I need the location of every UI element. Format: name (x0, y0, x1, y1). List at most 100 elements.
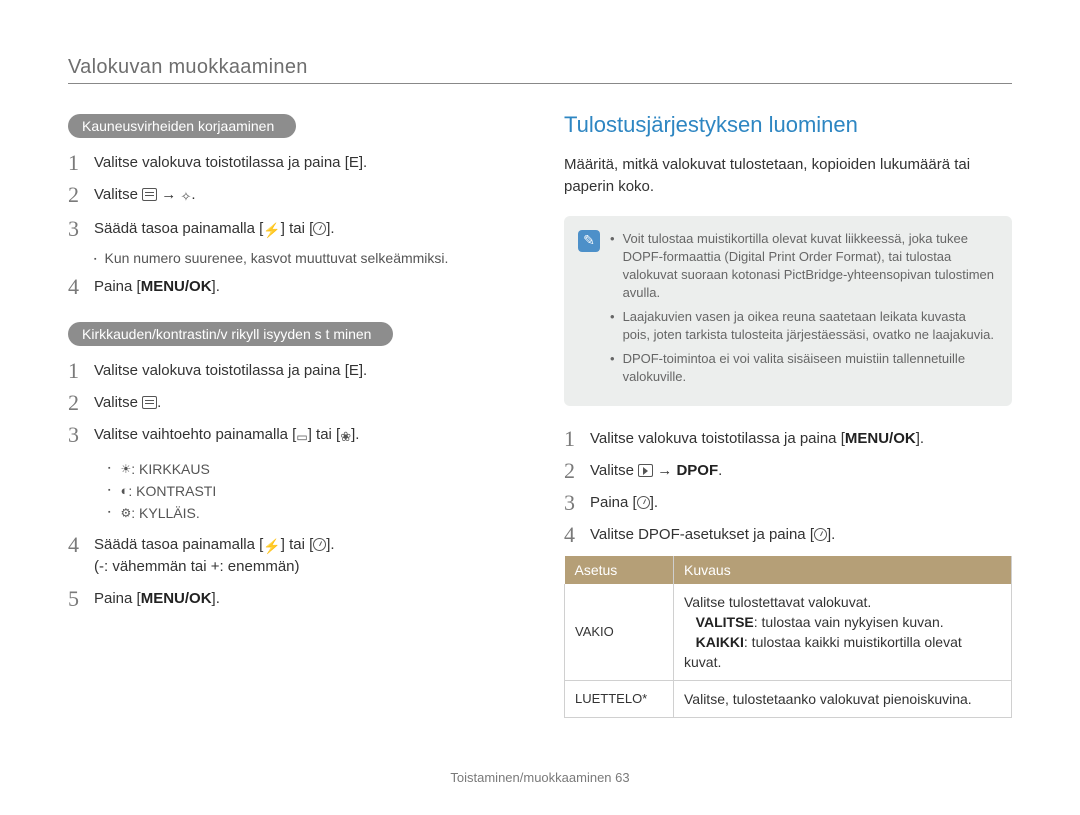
page-footer: Toistaminen/muokkaaminen 63 (0, 770, 1080, 785)
options-list: ▪: KIRKKAUS ▪: KONTRASTI ▪: KYLLÄIS. (108, 458, 516, 524)
text: Paina [ (94, 590, 141, 607)
divider (68, 83, 1012, 84)
text: ]. (650, 494, 658, 511)
text: Valitse vaihtoehto painamalla [ (94, 426, 296, 443)
face-retouch-icon: ✧ (180, 186, 191, 208)
text: ]. (351, 426, 359, 443)
step-text: Valitse vaihtoehto painamalla [ ] tai []. (94, 424, 516, 448)
text: Paina [ (590, 494, 637, 511)
text: ] tai [ (308, 426, 341, 443)
page-title: Valokuvan muokkaaminen (68, 56, 1012, 79)
list-item: ▪: KONTRASTI (108, 480, 516, 502)
step-text: Säädä tasoa painamalla [⚡] tai []. (-: v… (94, 534, 516, 578)
text: ]. (916, 430, 924, 447)
intro-text: Määritä, mitkä valokuvat tulostetaan, ko… (564, 154, 1012, 198)
brightness-icon (120, 458, 131, 480)
step-1d: 4 Paina [MENU/OK]. (68, 276, 516, 298)
step-number: 4 (68, 276, 94, 298)
arrow: → (657, 462, 672, 479)
menu-ok-label: MENU/OK (141, 278, 212, 295)
step-number: 4 (564, 524, 590, 546)
note-icon: ✎ (578, 230, 600, 252)
step-text: Valitse valokuva toistotilassa ja paina … (94, 152, 516, 174)
setting-name: LUETTELO* (565, 681, 674, 718)
text: Säädä tasoa painamalla [ (94, 220, 263, 237)
table-row: LUETTELO* Valitse, tulostetaanko valokuv… (565, 681, 1012, 718)
setting-desc: Valitse tulostettavat valokuvat. VALITSE… (674, 584, 1012, 681)
text: ]. (212, 590, 220, 607)
sub-note: Kun numero suurenee, kasvot muuttuvat se… (94, 250, 516, 266)
list-item: ▪: KIRKKAUS (108, 458, 516, 480)
text: Valitse tulostettavat valokuvat. (684, 594, 871, 610)
step-text: Valitse DPOF-asetukset ja paina []. (590, 524, 1012, 546)
text: : tulostaa vain nykyisen kuvan. (754, 614, 944, 630)
text: ]. (827, 526, 835, 543)
text: Valitse (590, 462, 634, 479)
timer-icon (313, 538, 326, 551)
timer-icon (313, 222, 326, 235)
option-label: : KYLLÄIS. (131, 502, 199, 524)
note-item: DPOF-toimintoa ei voi valita sisäiseen m… (610, 350, 994, 386)
step-text: Valitse . (94, 392, 516, 414)
step-note: (-: vähemmän tai +: enemmän) (94, 558, 300, 575)
playback-icon (638, 464, 653, 477)
text: Valitse (94, 186, 138, 203)
step-r3: 3 Paina []. (564, 492, 1012, 514)
step-2d: 4 Säädä tasoa painamalla [⚡] tai []. (-:… (68, 534, 516, 578)
table-row: VAKIO Valitse tulostettavat valokuvat. V… (565, 584, 1012, 681)
left-column: Kauneusvirheiden korjaaminen 1 Valitse v… (68, 112, 516, 718)
step-r2: 2 Valitse → DPOF. (564, 460, 1012, 482)
text: Valitse (94, 394, 138, 411)
text: ] tai [ (281, 536, 314, 553)
text: DPOF-toimintoa ei voi valita sisäiseen m… (623, 350, 994, 386)
step-number: 5 (68, 588, 94, 610)
text: ]. (326, 536, 334, 553)
note-item: Voit tulostaa muistikortilla olevat kuva… (610, 230, 994, 302)
option-label: : KIRKKAUS (131, 458, 210, 480)
step-number: 1 (68, 152, 94, 174)
display-icon (296, 426, 307, 448)
step-number: 4 (68, 534, 94, 556)
text: Paina [ (94, 278, 141, 295)
text: . (718, 462, 722, 479)
text: Kun numero suurenee, kasvot muuttuvat se… (104, 250, 448, 266)
option-label: : KONTRASTI (128, 480, 216, 502)
step-text: Valitse valokuva toistotilassa ja paina … (94, 360, 516, 382)
section-heading: Tulostusjärjestyksen luominen (564, 112, 1012, 138)
text: Säädä tasoa painamalla [ (94, 536, 263, 553)
step-1a: 1 Valitse valokuva toistotilassa ja pain… (68, 152, 516, 174)
step-2b: 2 Valitse . (68, 392, 516, 414)
step-number: 3 (564, 492, 590, 514)
step-1b: 2 Valitse → ✧. (68, 184, 516, 208)
contrast-icon (120, 480, 128, 502)
text: ] tai [ (281, 220, 314, 237)
text: Voit tulostaa muistikortilla olevat kuva… (623, 230, 994, 302)
text: Valitse valokuva toistotilassa ja paina … (590, 430, 845, 447)
step-text: Paina []. (590, 492, 1012, 514)
flash-icon: ⚡ (263, 224, 280, 237)
note-item: Laajakuvien vasen ja oikea reuna saateta… (610, 308, 994, 344)
step-r1: 1 Valitse valokuva toistotilassa ja pain… (564, 428, 1012, 450)
step-number: 3 (68, 424, 94, 446)
text: Laajakuvien vasen ja oikea reuna saateta… (623, 308, 994, 344)
edit-icon (142, 396, 157, 409)
step-number: 3 (68, 218, 94, 240)
arrow: → (161, 186, 176, 203)
list-item: ▪: KYLLÄIS. (108, 502, 516, 524)
step-text: Paina [MENU/OK]. (94, 588, 516, 610)
dpof-label: DPOF (676, 462, 718, 479)
step-text: Valitse → DPOF. (590, 460, 1012, 482)
step-text: Säädä tasoa painamalla [⚡] tai []. (94, 218, 516, 240)
step-2c: 3 Valitse vaihtoehto painamalla [ ] tai [… (68, 424, 516, 448)
step-1c: 3 Säädä tasoa painamalla [⚡] tai []. (68, 218, 516, 240)
step-text: Valitse valokuva toistotilassa ja paina … (590, 428, 1012, 450)
step-r4: 4 Valitse DPOF-asetukset ja paina []. (564, 524, 1012, 546)
step-text: Valitse → ✧. (94, 184, 516, 208)
macro-icon (340, 426, 351, 448)
step-number: 2 (68, 184, 94, 206)
step-text: Paina [MENU/OK]. (94, 276, 516, 298)
settings-table: Asetus Kuvaus VAKIO Valitse tulostettava… (564, 556, 1012, 718)
text: Valitse DPOF-asetukset ja paina [ (590, 526, 814, 543)
menu-ok-label: MENU/OK (141, 590, 212, 607)
step-number: 1 (68, 360, 94, 382)
